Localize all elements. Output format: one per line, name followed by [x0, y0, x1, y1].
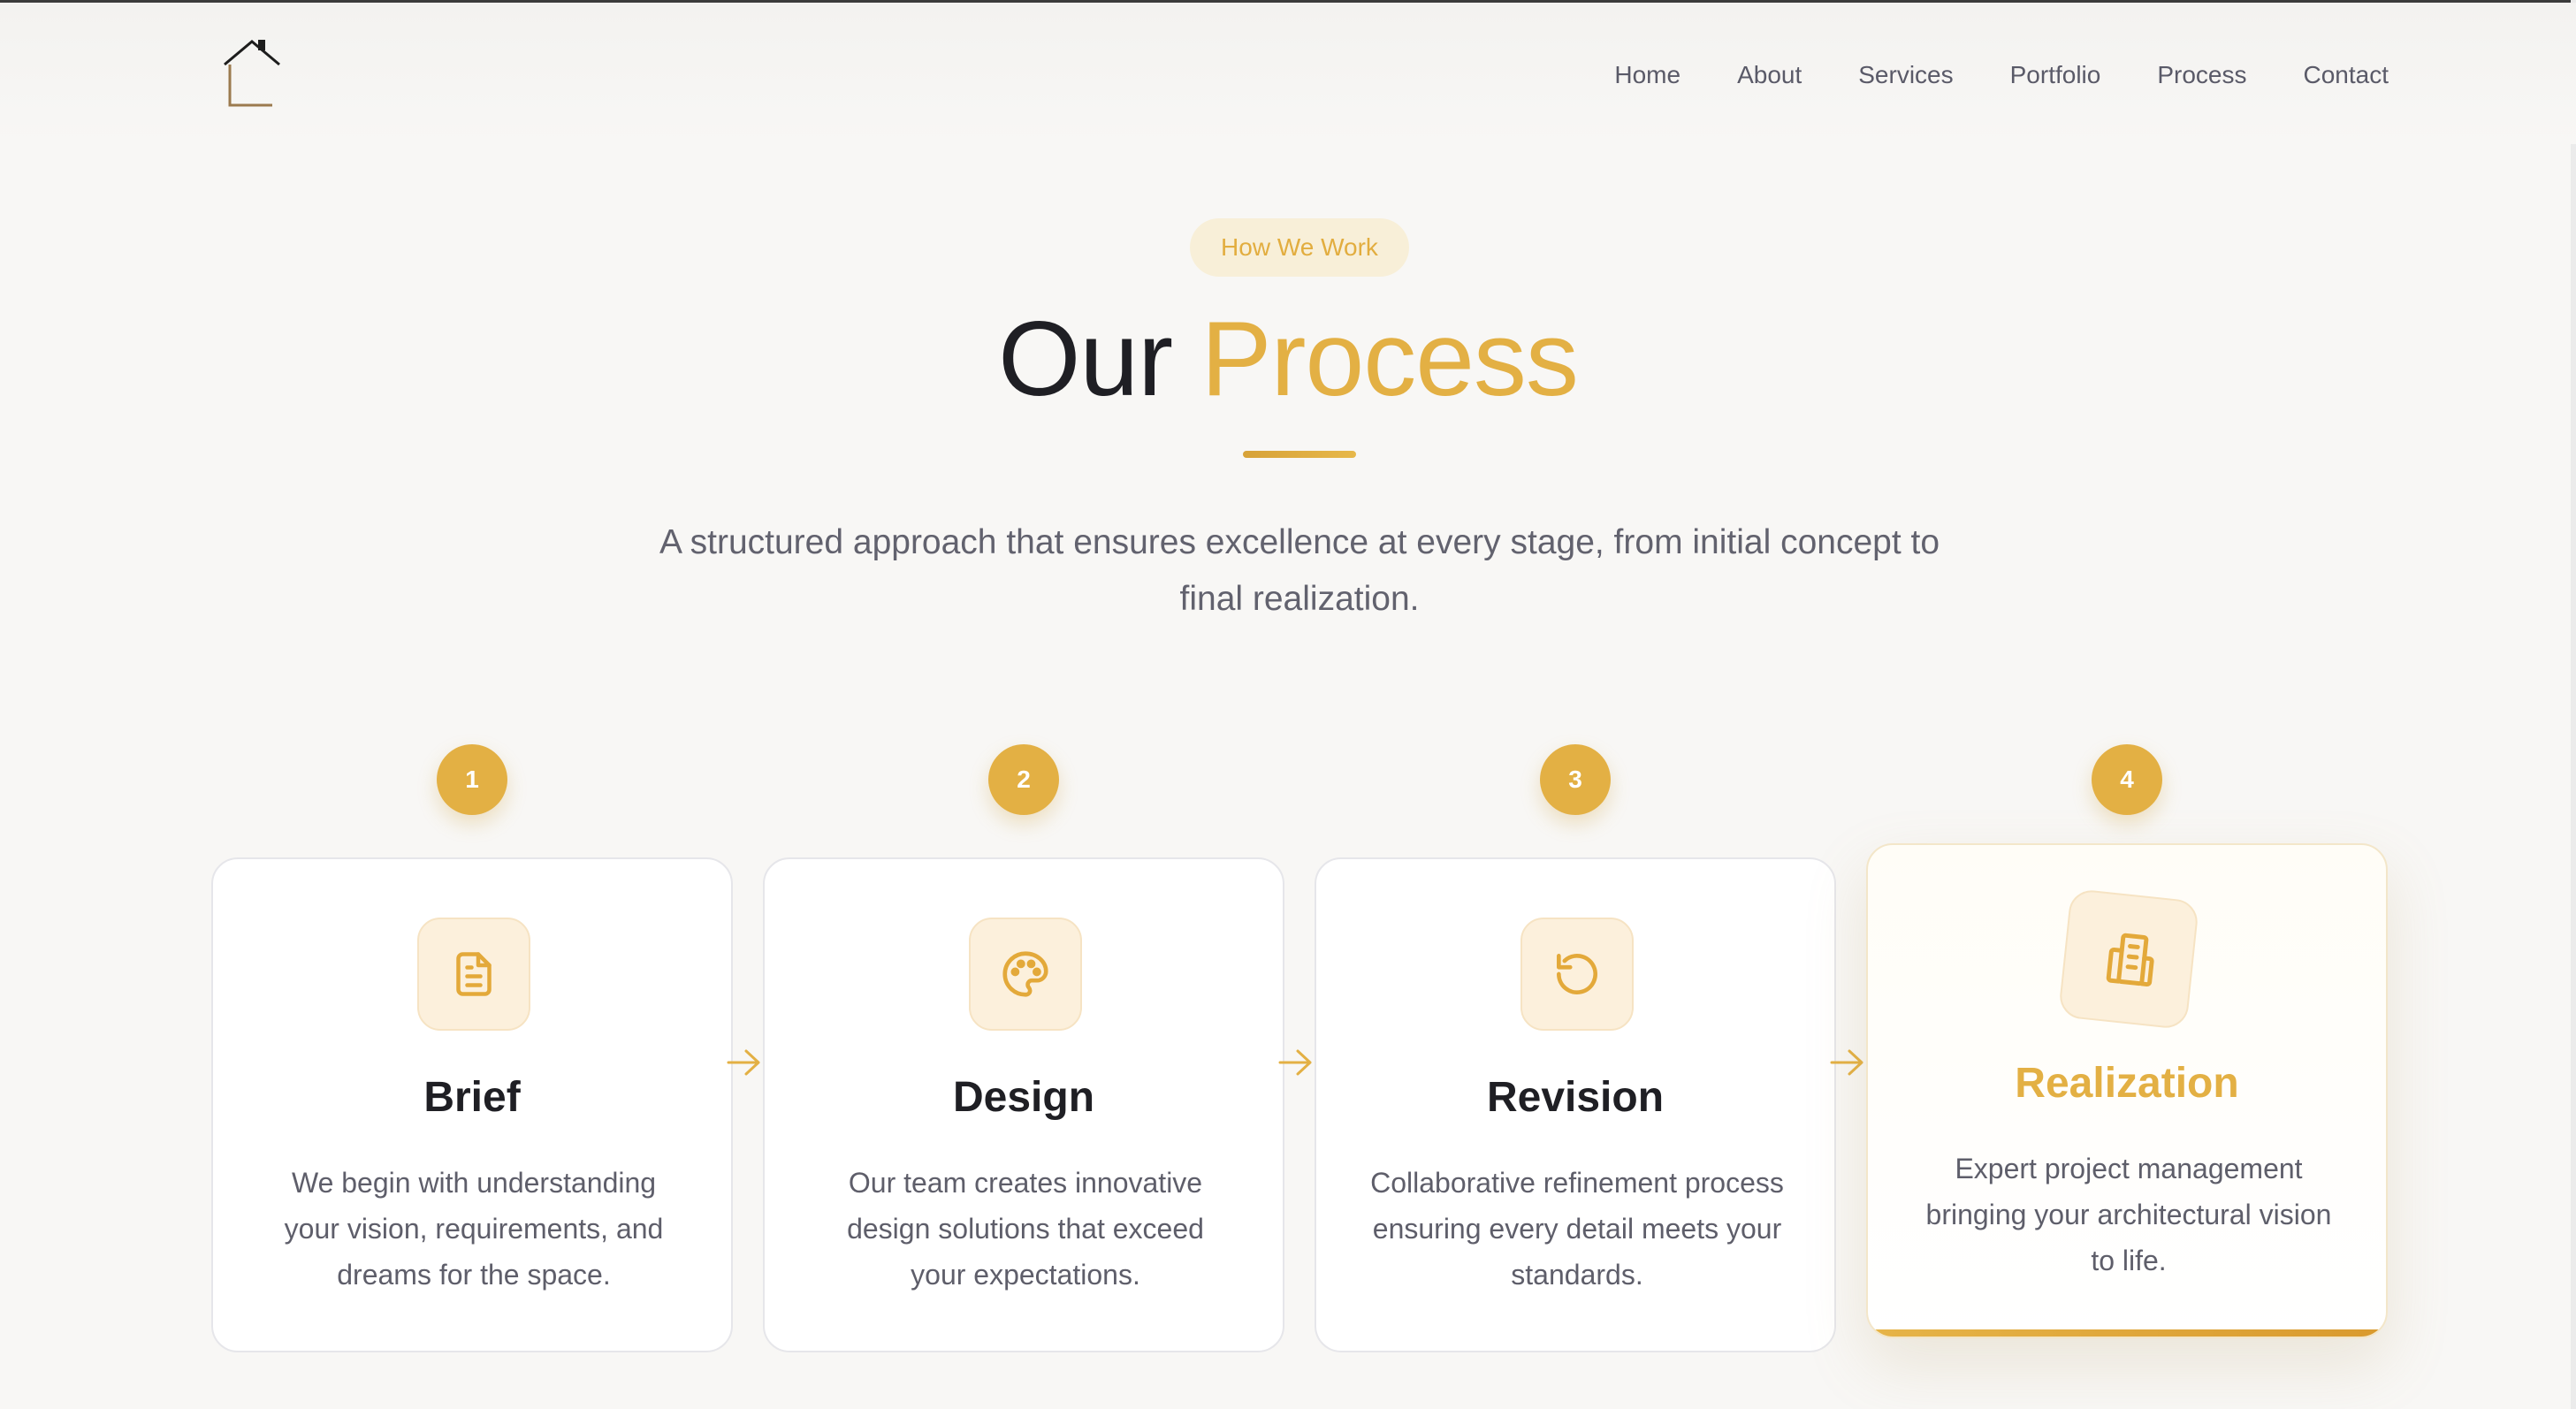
- title-part-2: Process: [1200, 300, 1578, 418]
- palette-icon: [969, 918, 1082, 1031]
- card-title: Revision: [1486, 1074, 1665, 1121]
- nav-services[interactable]: Services: [1858, 57, 1953, 93]
- process-card-revision[interactable]: Revision Collaborative refinement proces…: [1315, 857, 1836, 1352]
- step-number-4: 4: [2092, 744, 2162, 815]
- building-icon: [2057, 887, 2200, 1031]
- nav-about[interactable]: About: [1737, 57, 1802, 93]
- nav-portfolio[interactable]: Portfolio: [2010, 57, 2101, 93]
- nav-process[interactable]: Process: [2157, 57, 2246, 93]
- card-description: We begin with understanding your vision,…: [284, 1167, 664, 1291]
- main-nav: Home About Services Portfolio Process Co…: [1614, 57, 2389, 93]
- arrow-right-icon: [1278, 1049, 1312, 1076]
- step-number-2: 2: [988, 744, 1059, 815]
- document-icon: [417, 918, 530, 1031]
- step-number-3: 3: [1540, 744, 1611, 815]
- refresh-icon: [1520, 918, 1634, 1031]
- nav-contact[interactable]: Contact: [2304, 57, 2389, 93]
- card-description: Expert project management bringing your …: [1925, 1153, 2332, 1276]
- card-description: Our team creates innovative design solut…: [847, 1167, 1204, 1291]
- arrow-right-icon: [1830, 1049, 1863, 1076]
- title-part-1: Our: [998, 300, 1173, 418]
- section-badge: How We Work: [1190, 218, 1409, 277]
- nav-home[interactable]: Home: [1614, 57, 1680, 93]
- card-title: Brief: [423, 1074, 521, 1121]
- page-title: Our Process: [0, 297, 2576, 421]
- card-description: Collaborative refinement process ensurin…: [1370, 1167, 1784, 1291]
- step-number-1: 1: [437, 744, 507, 815]
- title-underline: [1243, 451, 1356, 458]
- active-card-accent-bar: [1868, 1329, 2386, 1337]
- scrollbar-track[interactable]: [2571, 0, 2576, 1409]
- site-header: Home About Services Portfolio Process Co…: [0, 3, 2576, 144]
- process-card-realization[interactable]: Realization Expert project management br…: [1866, 843, 2388, 1338]
- process-card-design[interactable]: Design Our team creates innovative desig…: [763, 857, 1284, 1352]
- arrow-right-icon: [727, 1049, 760, 1076]
- house-logo-icon[interactable]: [219, 38, 285, 109]
- section-subtitle: A structured approach that ensures excel…: [659, 523, 1940, 618]
- card-title: Realization: [2015, 1060, 2239, 1107]
- process-card-brief[interactable]: Brief We begin with understanding your v…: [211, 857, 733, 1352]
- card-title: Design: [952, 1074, 1095, 1121]
